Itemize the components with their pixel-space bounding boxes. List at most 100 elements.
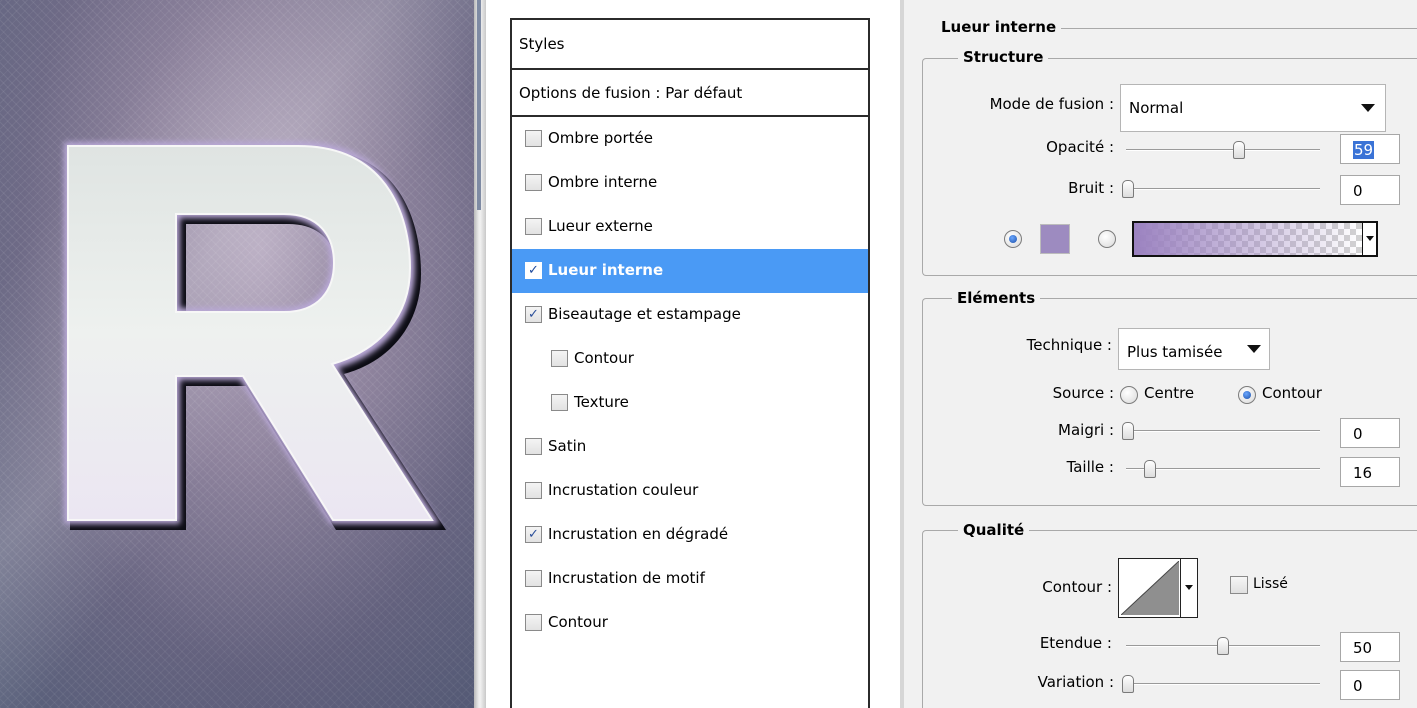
style-item[interactable]: Ombre interne <box>512 161 868 205</box>
jitter-slider[interactable] <box>1122 674 1320 694</box>
slider-track <box>1122 188 1320 190</box>
panel-divider[interactable] <box>474 0 486 708</box>
glow-color-swatch[interactable] <box>1040 224 1070 254</box>
blend-mode-dropdown[interactable]: Normal <box>1120 84 1386 132</box>
slider-thumb[interactable] <box>1233 141 1245 159</box>
size-slider[interactable] <box>1126 459 1320 479</box>
style-item-label: Incrustation en dégradé <box>548 525 729 543</box>
checkbox-icon[interactable] <box>525 570 542 587</box>
style-item[interactable]: Incrustation couleur <box>512 469 868 513</box>
range-slider[interactable] <box>1126 636 1320 656</box>
blending-options-item[interactable]: Options de fusion : Par défaut <box>512 70 868 117</box>
checkbox-icon[interactable] <box>525 218 542 235</box>
slider-thumb[interactable] <box>1122 675 1134 693</box>
style-item[interactable]: ✓ Lueur interne <box>512 249 868 293</box>
scrollbar-thumb[interactable] <box>477 0 481 210</box>
choke-slider[interactable] <box>1122 421 1320 441</box>
jitter-input[interactable]: 0 <box>1340 670 1400 700</box>
checkbox-icon[interactable] <box>525 130 542 147</box>
choke-label: Maigri : <box>1058 421 1114 439</box>
style-item-label: Ombre portée <box>548 129 653 147</box>
checkbox-icon[interactable] <box>525 482 542 499</box>
source-label: Source : <box>1052 384 1114 402</box>
gradient-radio[interactable] <box>1098 230 1116 248</box>
checkbox-icon[interactable] <box>525 174 542 191</box>
technique-dropdown[interactable]: Plus tamisée <box>1118 328 1270 370</box>
checkbox-icon[interactable] <box>525 438 542 455</box>
choke-input[interactable]: 0 <box>1340 418 1400 448</box>
checkbox-checked-icon[interactable]: ✓ <box>525 262 542 279</box>
jitter-label: Variation : <box>1037 673 1114 691</box>
slider-thumb[interactable] <box>1122 422 1134 440</box>
style-item-label: Incrustation de motif <box>548 569 705 587</box>
opacity-slider[interactable] <box>1126 140 1320 160</box>
color-radio[interactable] <box>1004 230 1022 248</box>
noise-slider[interactable] <box>1122 179 1320 199</box>
source-center-radio[interactable] <box>1120 386 1138 404</box>
slider-thumb[interactable] <box>1144 460 1156 478</box>
technique-label: Technique : <box>1026 336 1112 354</box>
size-label: Taille : <box>1066 458 1114 476</box>
checkbox-icon[interactable] <box>551 350 568 367</box>
style-item[interactable]: Satin <box>512 425 868 469</box>
chevron-down-icon <box>1247 345 1261 353</box>
antialias-checkbox[interactable] <box>1230 576 1248 594</box>
style-item[interactable]: Texture <box>512 381 868 425</box>
style-item[interactable]: Contour <box>512 337 868 381</box>
antialias-label: Lissé <box>1253 576 1288 592</box>
styles-list-panel: Styles Options de fusion : Par défaut Om… <box>510 18 870 708</box>
style-items-list: Ombre portée Ombre interne Lueur externe ✓ L… <box>512 117 868 645</box>
style-item[interactable]: ✓ Incrustation en dégradé <box>512 513 868 557</box>
style-item-label: Biseautage et estampage <box>548 305 741 323</box>
slider-track <box>1122 430 1320 432</box>
contour-picker[interactable] <box>1118 558 1198 618</box>
size-input[interactable]: 16 <box>1340 457 1400 487</box>
gradient-preview <box>1134 223 1362 255</box>
source-center-label: Centre <box>1144 384 1195 402</box>
contour-curve-icon <box>1121 561 1179 615</box>
style-item[interactable]: Ombre portée <box>512 117 868 161</box>
quality-title: Qualité <box>958 521 1030 539</box>
inner-glow-title: Lueur interne <box>936 18 1062 36</box>
structure-title: Structure <box>958 48 1049 66</box>
opacity-input[interactable]: 59 <box>1340 134 1400 164</box>
effect-preview <box>0 0 474 708</box>
contour-label: Contour : <box>1042 578 1112 596</box>
slider-thumb[interactable] <box>1122 180 1134 198</box>
checkbox-icon[interactable] <box>525 614 542 631</box>
chevron-down-icon <box>1361 104 1375 112</box>
letter-r-graphic <box>64 142 446 530</box>
range-input[interactable]: 50 <box>1340 632 1400 662</box>
chevron-down-icon[interactable] <box>1180 559 1197 617</box>
slider-track <box>1122 683 1320 685</box>
technique-value: Plus tamisée <box>1127 343 1223 361</box>
style-item[interactable]: Lueur externe <box>512 205 868 249</box>
opacity-label: Opacité : <box>1046 138 1114 156</box>
style-item-label: Contour <box>574 349 634 367</box>
noise-label: Bruit : <box>1068 179 1114 197</box>
style-item-label: Lueur interne <box>548 261 664 279</box>
style-item-label: Contour <box>548 613 608 631</box>
style-item[interactable]: Incrustation de motif <box>512 557 868 601</box>
chevron-down-icon[interactable] <box>1362 223 1376 255</box>
gradient-picker[interactable] <box>1132 221 1378 257</box>
blend-mode-label: Mode de fusion : <box>989 95 1114 113</box>
checkbox-checked-icon[interactable]: ✓ <box>525 526 542 543</box>
slider-thumb[interactable] <box>1217 637 1229 655</box>
style-item-label: Lueur externe <box>548 217 653 235</box>
style-item[interactable]: Contour <box>512 601 868 645</box>
checkbox-icon[interactable] <box>551 394 568 411</box>
style-item-label: Satin <box>548 437 587 455</box>
elements-title: Eléments <box>952 289 1041 307</box>
noise-input[interactable]: 0 <box>1340 175 1400 205</box>
source-edge-label: Contour <box>1262 384 1322 402</box>
style-item[interactable]: ✓ Biseautage et estampage <box>512 293 868 337</box>
slider-track <box>1126 149 1320 151</box>
blend-mode-value: Normal <box>1129 99 1184 117</box>
source-edge-radio[interactable] <box>1238 386 1256 404</box>
styles-header[interactable]: Styles <box>512 20 868 70</box>
inner-glow-settings: Lueur interne Structure Mode de fusion :… <box>900 0 1417 708</box>
range-label: Etendue : <box>1039 634 1112 652</box>
checkbox-checked-icon[interactable]: ✓ <box>525 306 542 323</box>
style-item-label: Ombre interne <box>548 173 658 191</box>
